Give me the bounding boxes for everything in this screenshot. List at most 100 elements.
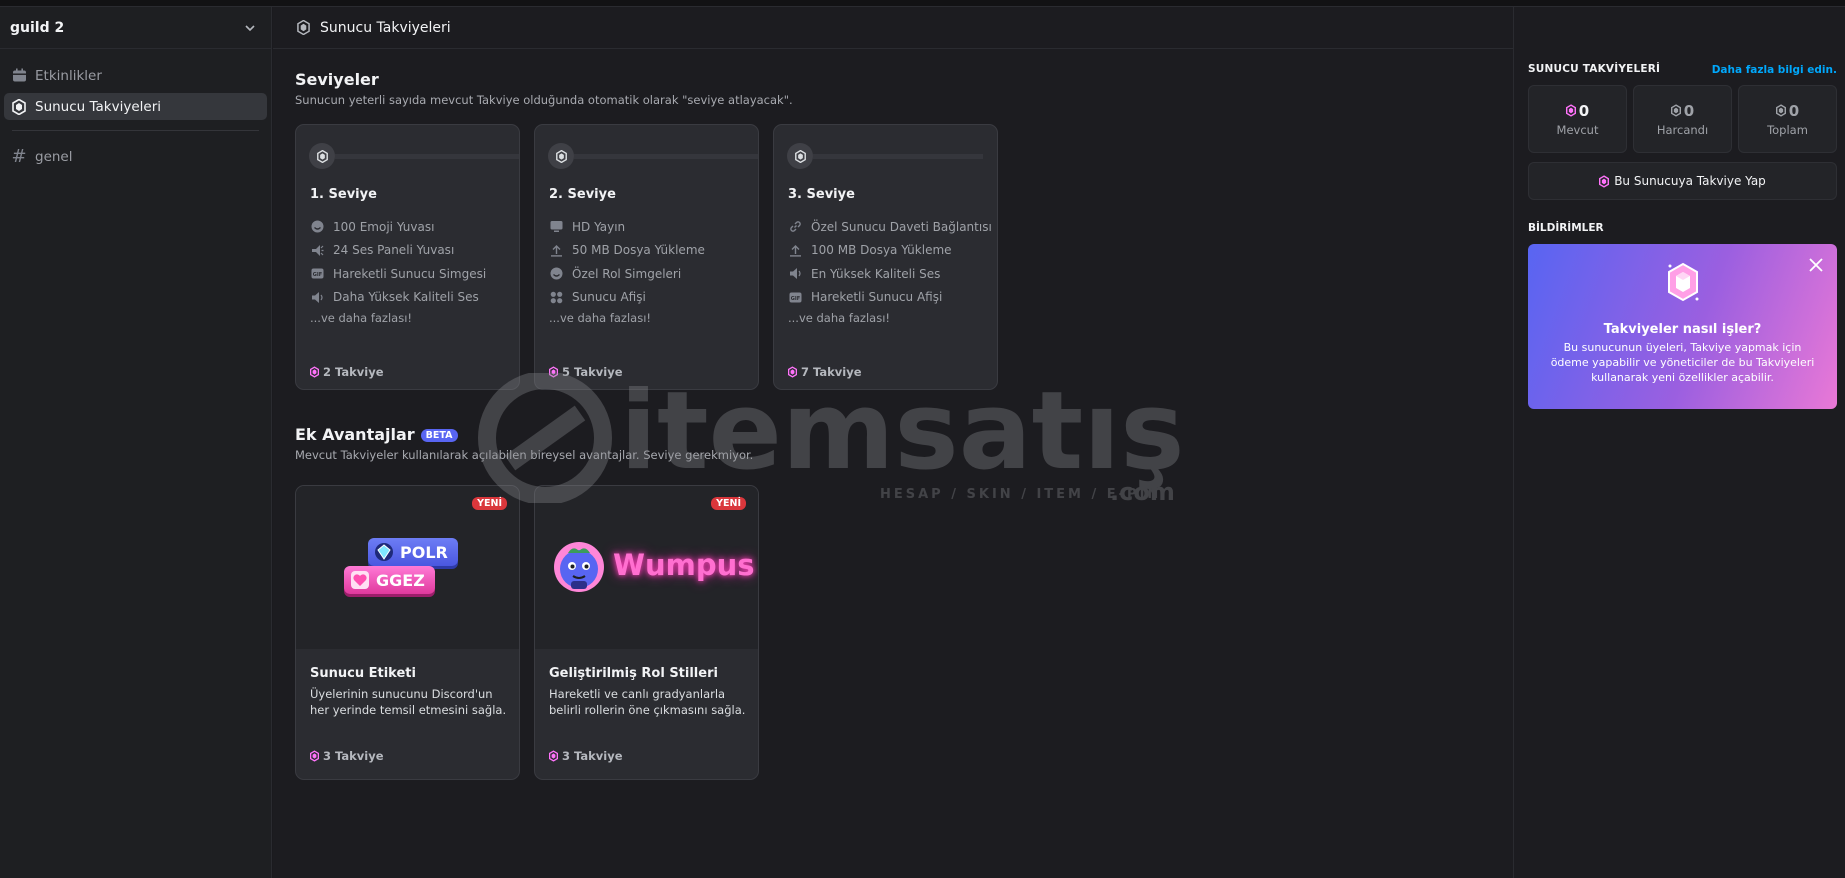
page-title: Sunucu Takviyeleri: [320, 19, 451, 36]
learn-more-link[interactable]: Daha fazla bilgi edin.: [1712, 64, 1837, 76]
levels-subtitle: Sunucun yeterli sayıda mevcut Takviye ol…: [295, 93, 793, 107]
levels-title: Seviyeler: [295, 70, 379, 89]
diamond-icon: [375, 543, 393, 561]
sidebar-item-server-boosts[interactable]: Sunucu Takviyeleri: [4, 93, 267, 120]
boost-this-server-button[interactable]: Bu Sunucuya Takviye Yap: [1528, 162, 1837, 200]
tier-card-2: 2. Seviye HD Yayın 50 MB Dosya Yükleme Ö…: [534, 124, 759, 390]
stat-value: 0: [1683, 101, 1695, 120]
notifications-heading: BİLDİRİMLER: [1528, 222, 1604, 234]
extras-title: Ek Avantajlar BETA: [295, 425, 458, 444]
upload-icon: [549, 243, 563, 257]
tier-progress-track: [574, 154, 758, 159]
tier-name: 1. Seviye: [310, 187, 377, 202]
extras-subtitle: Mevcut Takviyeler kullanılarak açılabile…: [295, 448, 754, 462]
tier-perks: Özel Sunucu Daveti Bağlantısı 100 MB Dos…: [788, 215, 992, 325]
sidebar-nav: Etkinlikler Sunucu Takviyeleri # genel: [0, 49, 271, 170]
promo-body: Bu sunucunun üyeleri, Takviye yapmak içi…: [1550, 341, 1815, 384]
boost-status-panel: SUNUCU TAKVİYELERİ Daha fazla bilgi edin…: [1513, 7, 1845, 878]
gif-icon: GIF: [788, 290, 802, 304]
stat-label: Toplam: [1767, 122, 1808, 137]
boost-gem-illustration-icon: [1668, 262, 1699, 302]
tier-perks: HD Yayın 50 MB Dosya Yükleme Özel Rol Si…: [549, 215, 705, 325]
new-badge: YENİ: [711, 497, 746, 510]
list-item: Özel Sunucu Daveti Bağlantısı: [788, 215, 992, 239]
link-icon: [788, 220, 802, 234]
list-item: 50 MB Dosya Yükleme: [549, 239, 705, 263]
boost-gem-icon: [1599, 174, 1610, 188]
guild-header[interactable]: guild 2: [0, 7, 271, 49]
perk-card-server-tag[interactable]: YENİ POLR GGEZ Sunucu Etiketi Üyelerinin…: [295, 485, 520, 780]
tier-gem-icon: [787, 143, 813, 169]
more-perks-text: ...ve daha fazlası!: [310, 311, 413, 325]
sidebar-item-channel-general[interactable]: # genel: [4, 143, 267, 170]
tier-perks: 100 Emoji Yuvası 24 Ses Paneli Yuvası GI…: [310, 215, 486, 325]
stat-label: Mevcut: [1556, 122, 1599, 137]
server-tag-illustration: YENİ POLR GGEZ: [296, 486, 519, 649]
sidebar-item-label: Etkinlikler: [35, 67, 102, 84]
stat-value: 0: [1578, 101, 1590, 120]
list-item: 100 MB Dosya Yükleme: [788, 239, 992, 263]
server-boosts-heading: SUNUCU TAKVİYELERİ: [1528, 63, 1661, 75]
wumpus-glow-text: Wumpus: [613, 548, 755, 582]
stat-available: 0 Mevcut: [1528, 85, 1627, 153]
close-icon[interactable]: [1807, 256, 1825, 274]
channel-sidebar: guild 2 Etkinlikler Sunucu Takviyeleri #…: [0, 7, 272, 878]
svg-text:GIF: GIF: [312, 272, 321, 278]
sidebar-item-events[interactable]: Etkinlikler: [4, 62, 267, 89]
tier-name: 2. Seviye: [549, 187, 616, 202]
calendar-icon: [11, 68, 27, 84]
boost-gem-icon: [11, 98, 27, 115]
list-item: Daha Yüksek Kaliteli Ses: [310, 286, 486, 310]
boost-gem-icon: [549, 750, 558, 762]
boost-gem-icon: [549, 366, 558, 378]
list-item: 100 Emoji Yuvası: [310, 215, 486, 239]
main-header: Sunucu Takviyeleri: [273, 7, 1513, 49]
list-item: 24 Ses Paneli Yuvası: [310, 239, 486, 263]
boost-gem-icon: [310, 750, 319, 762]
tier-card-1: 1. Seviye 100 Emoji Yuvası 24 Ses Paneli…: [295, 124, 520, 390]
upload-icon: [788, 243, 802, 257]
main-content: Sunucu Takviyeleri Seviyeler Sunucun yet…: [273, 7, 1513, 878]
boost-gem-icon: [1775, 104, 1786, 117]
perk-card-role-styles[interactable]: YENİ Wumpus Geliştirilmiş Rol Stilleri H…: [534, 485, 759, 780]
boost-info-card: Takviyeler nasıl işler? Bu sunucunun üye…: [1528, 244, 1837, 409]
tier-cost: 5 Takviye: [549, 365, 623, 379]
boost-gem-icon: [297, 20, 310, 35]
boost-gem-icon: [1670, 104, 1681, 117]
tier-cost: 7 Takviye: [788, 365, 862, 379]
boost-stats: 0 Mevcut 0 Harcandı 0 Toplam: [1528, 85, 1837, 153]
sidebar-divider: [12, 130, 259, 131]
new-badge: YENİ: [472, 497, 507, 510]
tag-pill-polr: POLR: [368, 538, 458, 566]
speaker-icon: [310, 290, 324, 304]
emoji-icon: [310, 220, 324, 234]
heart-icon: [351, 571, 369, 589]
stat-value: 0: [1788, 101, 1800, 120]
list-item: En Yüksek Kaliteli Ses: [788, 262, 992, 286]
beta-badge: BETA: [420, 429, 458, 442]
stat-total: 0 Toplam: [1738, 85, 1837, 153]
promo-title: Takviyeler nasıl işler?: [1603, 322, 1762, 337]
tier-cost: 2 Takviye: [310, 365, 384, 379]
list-item: Özel Rol Simgeleri: [549, 262, 705, 286]
speaker-icon: [788, 267, 802, 281]
boost-gem-icon: [310, 366, 319, 378]
perk-cost: 3 Takviye: [310, 749, 384, 763]
boost-gem-icon: [1565, 104, 1576, 117]
list-item: HD Yayın: [549, 215, 705, 239]
soundboard-icon: [310, 243, 324, 257]
more-perks-text: ...ve daha fazlası!: [788, 311, 891, 325]
svg-text:GIF: GIF: [790, 296, 799, 302]
sidebar-item-label: genel: [35, 148, 73, 165]
tier-progress-track: [813, 154, 983, 159]
emoji-icon: [549, 267, 563, 281]
tier-card-3: 3. Seviye Özel Sunucu Daveti Bağlantısı …: [773, 124, 998, 390]
perk-title: Geliştirilmiş Rol Stilleri: [549, 666, 718, 681]
list-item: GIF Hareketli Sunucu Afişi: [788, 286, 992, 310]
stat-spent: 0 Harcandı: [1633, 85, 1732, 153]
chevron-down-icon[interactable]: [243, 21, 257, 35]
boost-gem-icon: [788, 366, 797, 378]
screen-share-icon: [549, 220, 563, 234]
tier-name: 3. Seviye: [788, 187, 855, 202]
hashtag-icon: #: [11, 145, 27, 167]
